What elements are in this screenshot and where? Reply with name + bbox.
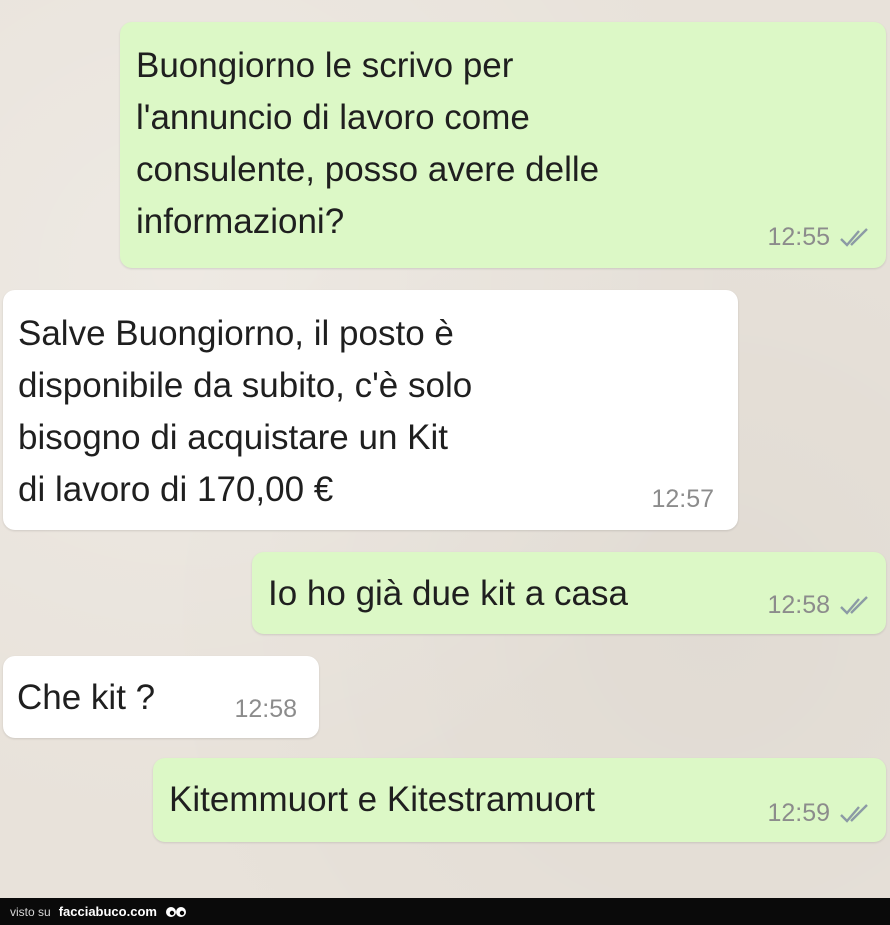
eyes-logo-icon xyxy=(165,905,187,919)
message-incoming[interactable]: Che kit ? 12:58 xyxy=(3,656,319,738)
footer-brand[interactable]: facciabuco.com xyxy=(59,904,157,919)
message-outgoing[interactable]: Kitemmuort e Kitestramuort 12:59 xyxy=(153,758,886,842)
message-meta: 12:57 xyxy=(651,485,714,514)
message-time: 12:55 xyxy=(767,223,830,251)
message-text: Buongiorno le scrivo per l'annuncio di l… xyxy=(136,46,600,241)
footer-prefix: visto su xyxy=(10,904,51,919)
double-check-icon xyxy=(838,803,872,825)
message-text: Kitemmuort e Kitestramuort xyxy=(169,780,595,819)
message-text: Io ho già due kit a casa xyxy=(268,574,628,613)
chat-area: Buongiorno le scrivo per l'annuncio di l… xyxy=(0,0,890,898)
message-meta: 12:55 xyxy=(767,223,872,252)
message-meta: 12:59 xyxy=(767,799,872,828)
watermark-footer: visto su facciabuco.com xyxy=(0,898,890,925)
message-outgoing[interactable]: Io ho già due kit a casa 12:58 xyxy=(252,552,886,634)
message-meta: 12:58 xyxy=(767,591,872,620)
message-meta: 12:58 xyxy=(234,695,297,724)
message-outgoing[interactable]: Buongiorno le scrivo per l'annuncio di l… xyxy=(120,22,886,268)
message-time: 12:58 xyxy=(767,591,830,619)
message-time: 12:57 xyxy=(651,485,714,513)
double-check-icon xyxy=(838,595,872,617)
message-text: Salve Buongiorno, il posto è disponibile… xyxy=(18,314,473,509)
message-time: 12:58 xyxy=(234,695,297,723)
message-incoming[interactable]: Salve Buongiorno, il posto è disponibile… xyxy=(3,290,738,530)
double-check-icon xyxy=(838,227,872,249)
message-time: 12:59 xyxy=(767,799,830,827)
message-text: Che kit ? xyxy=(17,678,156,717)
